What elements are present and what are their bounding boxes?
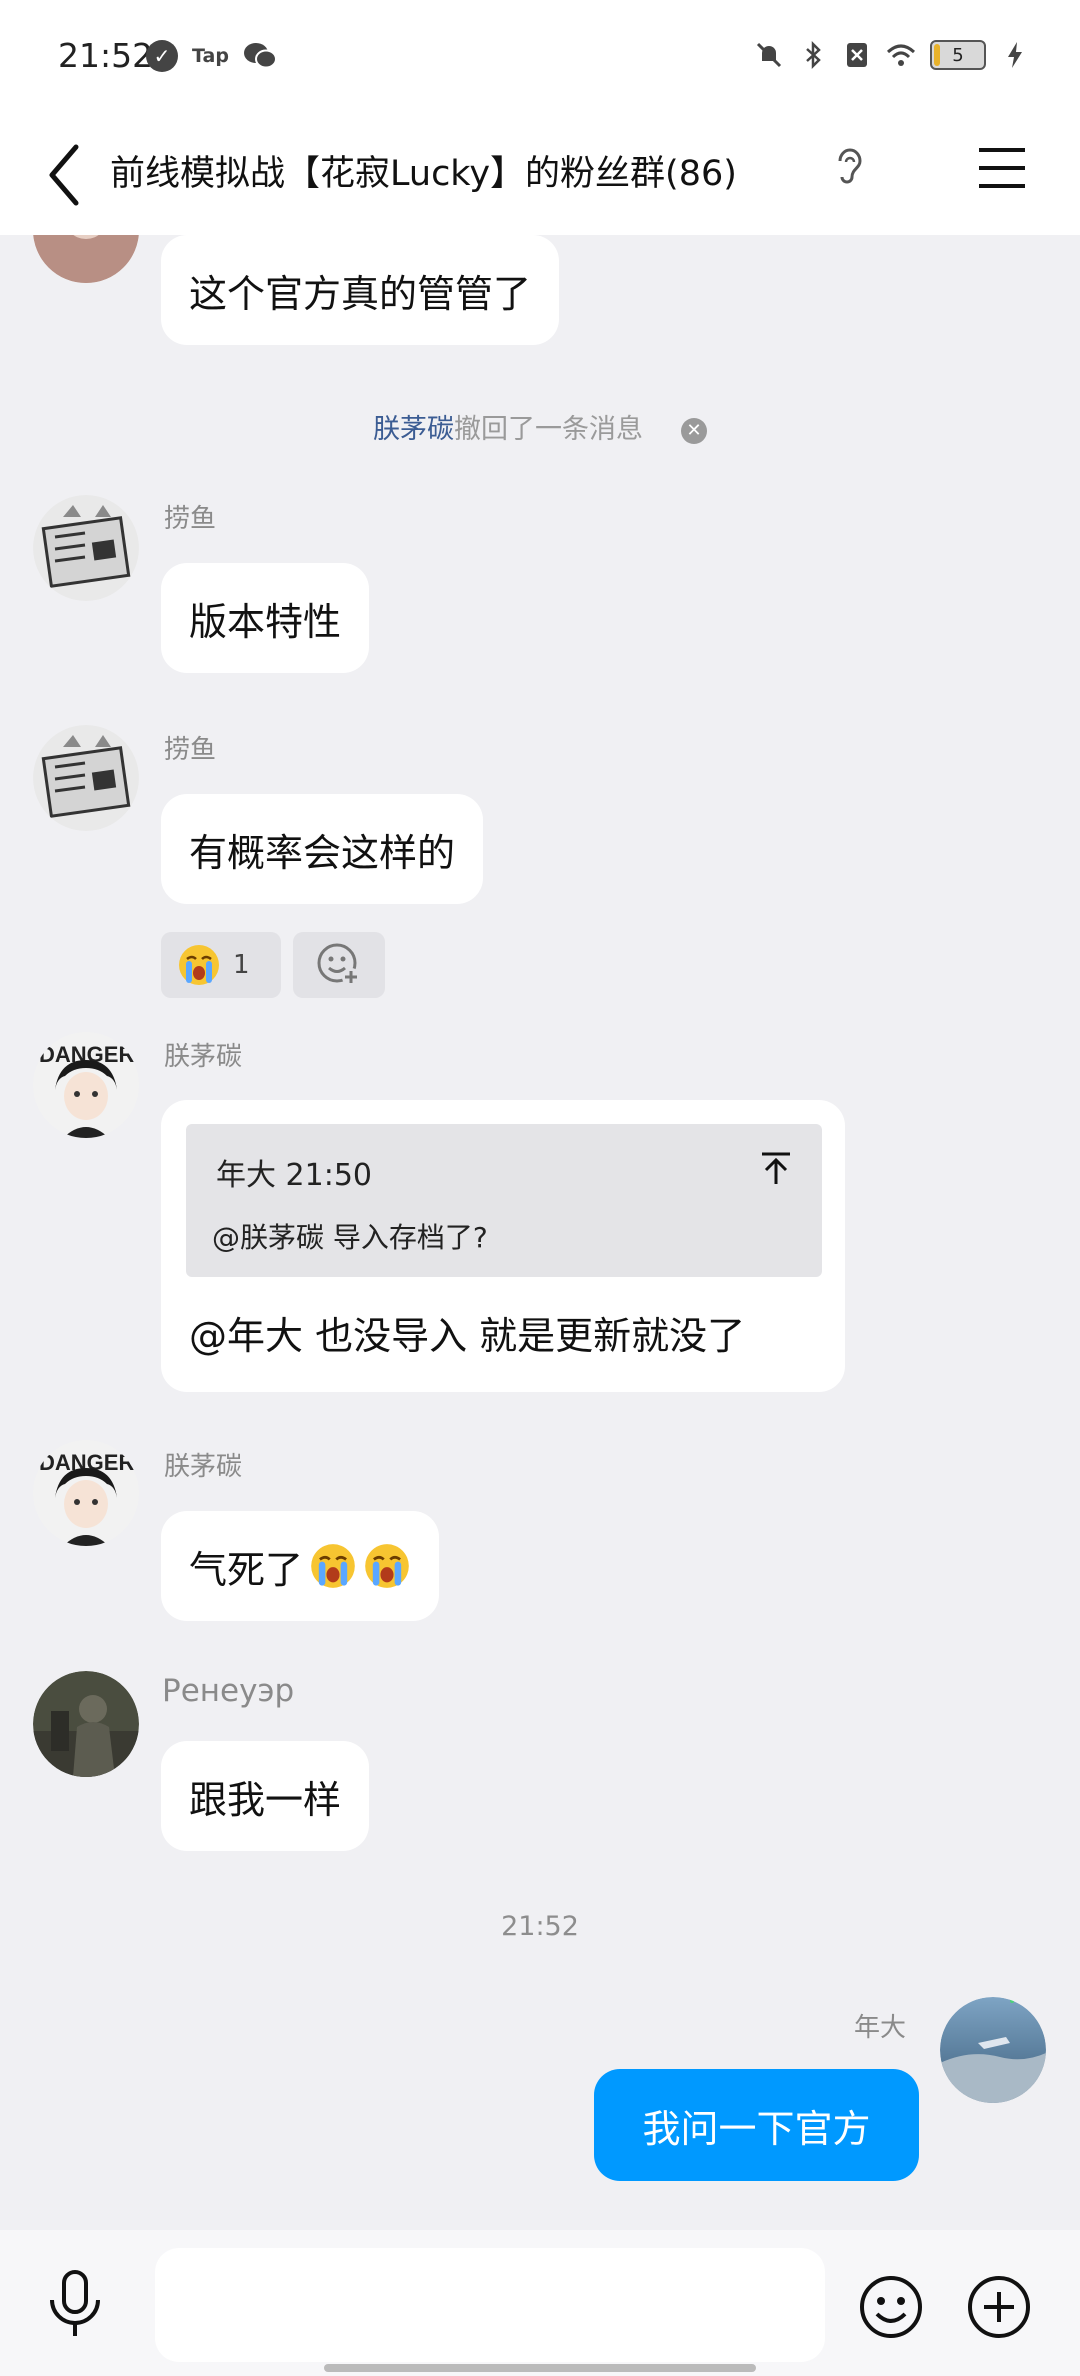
charging-icon — [1008, 42, 1022, 68]
battery-icon: 5 — [930, 40, 986, 70]
crying-emoji-icon — [179, 945, 219, 985]
check-circle-icon: ✓ — [146, 40, 178, 72]
page-title[interactable]: 前线模拟战【花寂Lucky】的粉丝群(86) — [110, 145, 737, 196]
quoted-message[interactable]: 年大 21:50 @朕茅碳 导入存档了? — [186, 1124, 822, 1277]
message-text: @年大 也没导入 就是更新就没了 — [189, 1314, 746, 1358]
recall-text: 撤回了一条消息 — [454, 414, 643, 445]
sender-name[interactable]: 朕茅碳 — [164, 1446, 242, 1483]
sender-name[interactable]: 年大 — [854, 2007, 906, 2044]
message-bubble-self[interactable]: 我问一下官方 — [594, 2069, 919, 2181]
input-bar — [0, 2230, 1080, 2376]
message-text: 版本特性 — [189, 599, 342, 644]
add-reaction-icon — [317, 943, 360, 986]
message-text: 我问一下官方 — [642, 2106, 871, 2151]
message-list[interactable]: 这个官方真的管管了 朕茅碳撤回了一条消息 ✕ 捞鱼 版本特性 捞鱼 有概率会这样… — [0, 235, 1080, 2230]
tap-app-icon: Tap — [192, 45, 229, 67]
avatar[interactable]: DANGER — [33, 1440, 139, 1546]
message-text: 跟我一样 — [189, 1777, 342, 1822]
avatar[interactable] — [940, 1997, 1046, 2103]
quote-reply-bubble[interactable]: 年大 21:50 @朕茅碳 导入存档了? @年大 也没导入 就是更新就没了 — [161, 1100, 845, 1392]
bluetooth-icon — [806, 40, 821, 70]
message-text: 有概率会这样的 — [189, 830, 456, 875]
avatar[interactable]: DANGER — [33, 1032, 139, 1138]
ear-icon[interactable] — [832, 145, 866, 189]
close-icon[interactable]: ✕ — [681, 418, 707, 444]
avatar[interactable] — [33, 1671, 139, 1777]
recall-notice: 朕茅碳撤回了一条消息 ✕ — [0, 407, 1080, 446]
crying-emoji-icon — [311, 1544, 355, 1588]
status-time: 21:52 — [58, 36, 154, 75]
no-sim-icon — [847, 43, 867, 67]
plus-icon[interactable] — [966, 2274, 1032, 2340]
sender-name[interactable]: Ренеуэр — [162, 1673, 294, 1709]
quote-top-icon[interactable] — [756, 1148, 796, 1188]
message-bubble[interactable]: 版本特性 — [161, 563, 370, 673]
avatar[interactable] — [33, 495, 139, 601]
wifi-icon — [886, 44, 916, 66]
chat-header: 前线模拟战【花寂Lucky】的粉丝群(86) — [0, 115, 1080, 235]
back-icon[interactable] — [36, 137, 100, 213]
quote-author-time: 年大 21:50 — [216, 1158, 372, 1193]
message-bubble[interactable]: 跟我一样 — [161, 1741, 370, 1851]
reaction-count: 1 — [233, 950, 250, 980]
sender-name[interactable]: 朕茅碳 — [164, 1036, 242, 1073]
add-reaction-button[interactable] — [293, 932, 385, 998]
avatar[interactable] — [33, 725, 139, 831]
message-bubble[interactable]: 气死了 — [161, 1511, 440, 1621]
menu-icon[interactable] — [975, 142, 1029, 194]
sender-name[interactable]: 捞鱼 — [164, 498, 216, 535]
message-bubble[interactable]: 有概率会这样的 — [161, 794, 484, 904]
quote-text: @朕茅碳 导入存档了? — [212, 1221, 488, 1254]
message-bubble[interactable]: 这个官方真的管管了 — [161, 235, 560, 345]
status-bar: 21:52 ✓ Tap 5 — [0, 0, 1080, 115]
reaction-chip[interactable]: 1 — [161, 932, 281, 998]
message-text: 这个官方真的管管了 — [189, 271, 532, 316]
mic-icon[interactable] — [44, 2268, 106, 2340]
sender-name[interactable]: 捞鱼 — [164, 729, 216, 766]
time-divider: 21:52 — [501, 1911, 579, 1942]
crying-emoji-icon — [365, 1544, 409, 1588]
battery-level: 5 — [952, 44, 964, 66]
recall-sender[interactable]: 朕茅碳 — [373, 414, 454, 445]
mute-icon — [756, 42, 782, 68]
message-input[interactable] — [155, 2248, 825, 2362]
message-text: 气死了 — [189, 1547, 304, 1592]
wechat-icon — [243, 43, 277, 69]
avatar[interactable] — [33, 235, 139, 283]
emoji-icon[interactable] — [858, 2274, 924, 2340]
home-indicator[interactable] — [324, 2364, 756, 2372]
